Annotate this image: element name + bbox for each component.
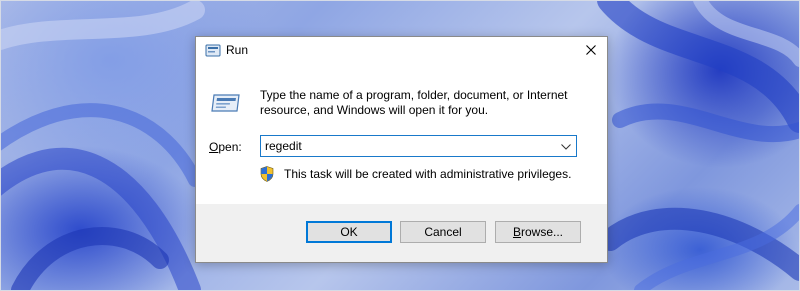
- cancel-button[interactable]: Cancel: [400, 221, 486, 243]
- window-title: Run: [226, 43, 249, 57]
- button-bar: OK Cancel Browse...: [196, 204, 607, 262]
- browse-accelerator: B: [512, 225, 521, 239]
- dialog-description: Type the name of a program, folder, docu…: [260, 88, 568, 117]
- open-label-accelerator: O: [209, 140, 219, 154]
- run-icon: [205, 44, 221, 58]
- open-label: Open:: [209, 140, 242, 154]
- open-label-text: pen:: [218, 140, 242, 154]
- uac-shield-icon: [260, 166, 274, 182]
- title-bar[interactable]: Run: [196, 37, 607, 65]
- close-button[interactable]: [575, 37, 607, 65]
- browse-button[interactable]: Browse...: [495, 221, 581, 243]
- close-icon: [586, 42, 596, 60]
- open-combobox[interactable]: regedit: [260, 135, 577, 157]
- open-input[interactable]: regedit: [265, 139, 302, 153]
- run-program-icon: [210, 92, 242, 114]
- admin-privileges-note: This task will be created with administr…: [284, 167, 572, 181]
- chevron-down-icon: [561, 137, 571, 155]
- dropdown-button[interactable]: [558, 138, 574, 154]
- browse-label-text: rowse...: [521, 225, 564, 239]
- ok-button[interactable]: OK: [306, 221, 392, 243]
- run-dialog: Run Type the name of a program, folder, …: [195, 36, 608, 263]
